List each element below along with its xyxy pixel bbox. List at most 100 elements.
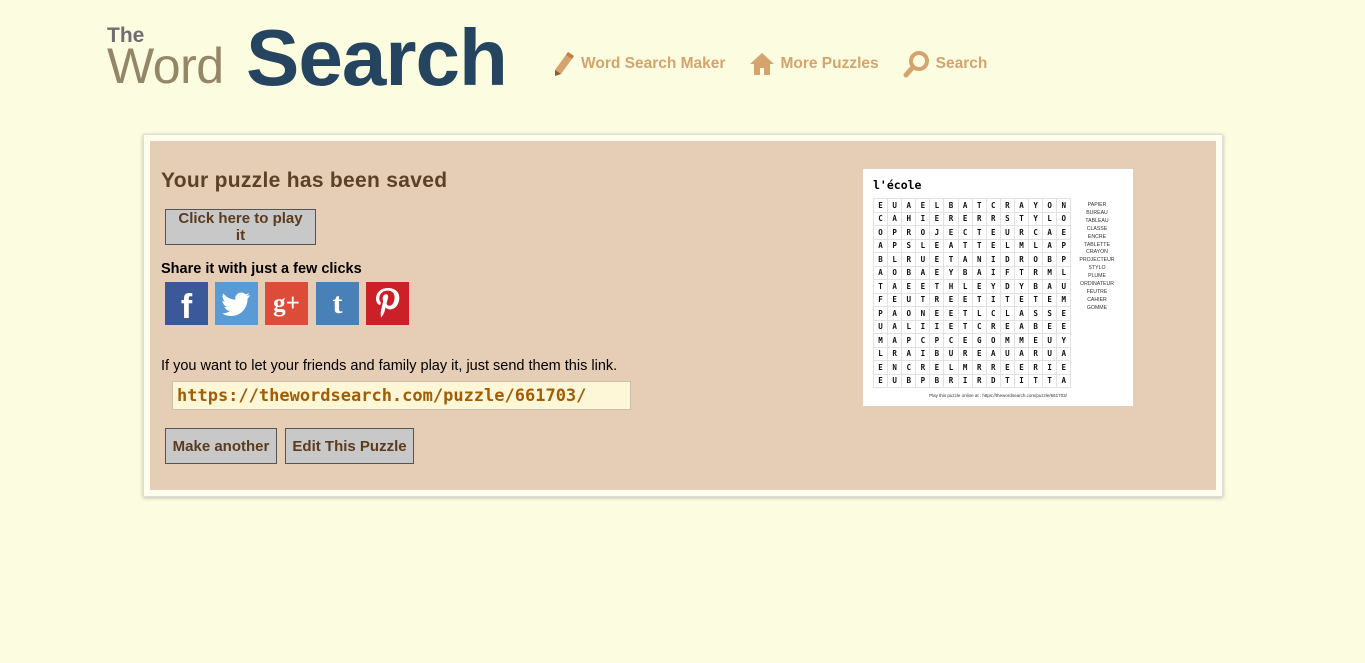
nav-more-puzzles[interactable]: More Puzzles (749, 51, 879, 77)
nav-label: More Puzzles (780, 55, 879, 72)
pinterest-icon (375, 287, 399, 317)
grid-cell: L (887, 252, 903, 267)
grid-cell: P (887, 225, 903, 240)
grid-cell: P (872, 306, 889, 321)
grid-cell: U (1042, 333, 1058, 348)
grid-cell: O (901, 306, 917, 321)
pinterest-share-button[interactable] (366, 282, 409, 325)
word-list-item: STYLO (1088, 265, 1106, 272)
grid-cell: T (971, 238, 987, 253)
grid-cell: A (1013, 306, 1030, 321)
grid-cell: E (1028, 333, 1044, 348)
grid-cell: L (957, 279, 973, 294)
main-nav: Word Search Maker More Puzzles Search (552, 50, 1011, 78)
grid-cell: T (872, 279, 889, 294)
grid-cell: C (957, 225, 973, 240)
grid-cell: A (887, 306, 903, 321)
grid-cell: G (971, 333, 987, 348)
share-label: Share it with just a few clicks (161, 261, 362, 277)
grid-cell: A (985, 346, 1001, 361)
grid-cell: R (999, 198, 1015, 213)
play-puzzle-button[interactable]: Click here to play it (165, 209, 316, 245)
grid-cell: N (1056, 198, 1072, 213)
word-list-item: BUREAU (1086, 209, 1108, 216)
logo-word: Word (107, 38, 224, 94)
grid-cell: R (985, 360, 1001, 375)
grid-row: EUBPBRIRDTITTA (872, 373, 1072, 388)
word-list: PAPIER BUREAU TABLEAU CLASSE ENCRE TABLETTE CR… (1073, 202, 1121, 313)
grid-cell: R (1028, 265, 1044, 280)
grid-cell: I (915, 346, 931, 361)
grid-cell: A (901, 198, 917, 213)
grid-cell: L (915, 238, 931, 253)
grid-cell: A (1042, 238, 1058, 253)
grid-cell: M (999, 333, 1015, 348)
grid-row: UALIIETCREABEE (872, 319, 1072, 334)
grid-cell: F (999, 265, 1015, 280)
tumblr-icon: t (332, 286, 343, 320)
nav-search[interactable]: Search (903, 50, 987, 78)
grid-cell: N (915, 306, 931, 321)
grid-cell: T (943, 252, 959, 267)
preview-title: l'école (873, 178, 922, 192)
puzzle-link-field[interactable]: https://thewordsearch.com/puzzle/661703/ (172, 381, 631, 410)
grid-cell: E (1056, 306, 1072, 321)
grid-cell: R (1028, 360, 1044, 375)
grid-cell: S (901, 238, 917, 253)
grid-cell: E (1013, 360, 1030, 375)
grid-row: FEUTREETITETEM (872, 292, 1072, 307)
grid-cell: L (999, 238, 1015, 253)
grid-cell: E (943, 292, 959, 307)
grid-cell: C (901, 360, 917, 375)
google-plus-share-button[interactable]: g+ (265, 282, 308, 325)
puzzle-preview[interactable]: l'école EUAELBATCRAYONCAHIERERRSTYLOOPRO… (863, 169, 1133, 406)
grid-cell: E (943, 306, 959, 321)
grid-cell: R (943, 373, 959, 388)
grid-cell: M (957, 360, 973, 375)
site-logo[interactable]: The Word Search (107, 18, 512, 98)
grid-cell: O (887, 265, 903, 280)
preview-footer: Play this puzzle online at : https://the… (929, 393, 1067, 398)
logo-search: Search (246, 13, 508, 102)
grid-cell: E (915, 198, 931, 213)
twitter-share-button[interactable] (215, 282, 258, 325)
grid-cell: U (943, 346, 959, 361)
grid-cell: T (999, 373, 1015, 388)
grid-cell: E (985, 225, 1001, 240)
edit-puzzle-button[interactable]: Edit This Puzzle (285, 428, 414, 464)
grid-cell: A (943, 238, 959, 253)
grid-cell: P (929, 333, 945, 348)
grid-cell: A (1042, 279, 1058, 294)
word-list-item: FEUTRE (1086, 288, 1108, 295)
word-list-item: ORDINATEUR (1080, 281, 1114, 288)
grid-cell: L (971, 306, 987, 321)
grid-cell: O (1028, 252, 1044, 267)
make-another-button[interactable]: Make another (165, 428, 277, 464)
nav-word-search-maker[interactable]: Word Search Maker (552, 50, 725, 78)
grid-cell: I (1013, 373, 1030, 388)
facebook-share-button[interactable]: f (165, 282, 208, 326)
grid-cell: A (1013, 198, 1030, 213)
grid-cell: P (915, 373, 931, 388)
word-list-item: CAHIER (1087, 296, 1107, 303)
share-link-description: If you want to let your friends and fami… (161, 358, 618, 374)
grid-cell: Y (985, 279, 1001, 294)
grid-cell: C (915, 333, 931, 348)
grid-cell: B (1028, 319, 1044, 334)
grid-cell: A (887, 333, 903, 348)
grid-cell: R (985, 211, 1001, 226)
grid-cell: A (872, 238, 889, 253)
grid-cell: T (957, 319, 973, 334)
grid-cell: P (901, 333, 917, 348)
grid-cell: O (985, 333, 1001, 348)
grid-cell: M (1013, 333, 1030, 348)
letter-grid: EUAELBATCRAYONCAHIERERRSTYLOOPROJECTEURC… (872, 198, 1072, 388)
grid-row: APSLEATTELMLAP (872, 238, 1072, 253)
tumblr-share-button[interactable]: t (316, 282, 359, 325)
grid-cell: B (929, 373, 945, 388)
grid-cell: A (901, 346, 917, 361)
grid-cell: D (985, 373, 1001, 388)
grid-cell: S (1028, 306, 1044, 321)
magnifier-icon (903, 51, 929, 78)
grid-cell: N (971, 252, 987, 267)
